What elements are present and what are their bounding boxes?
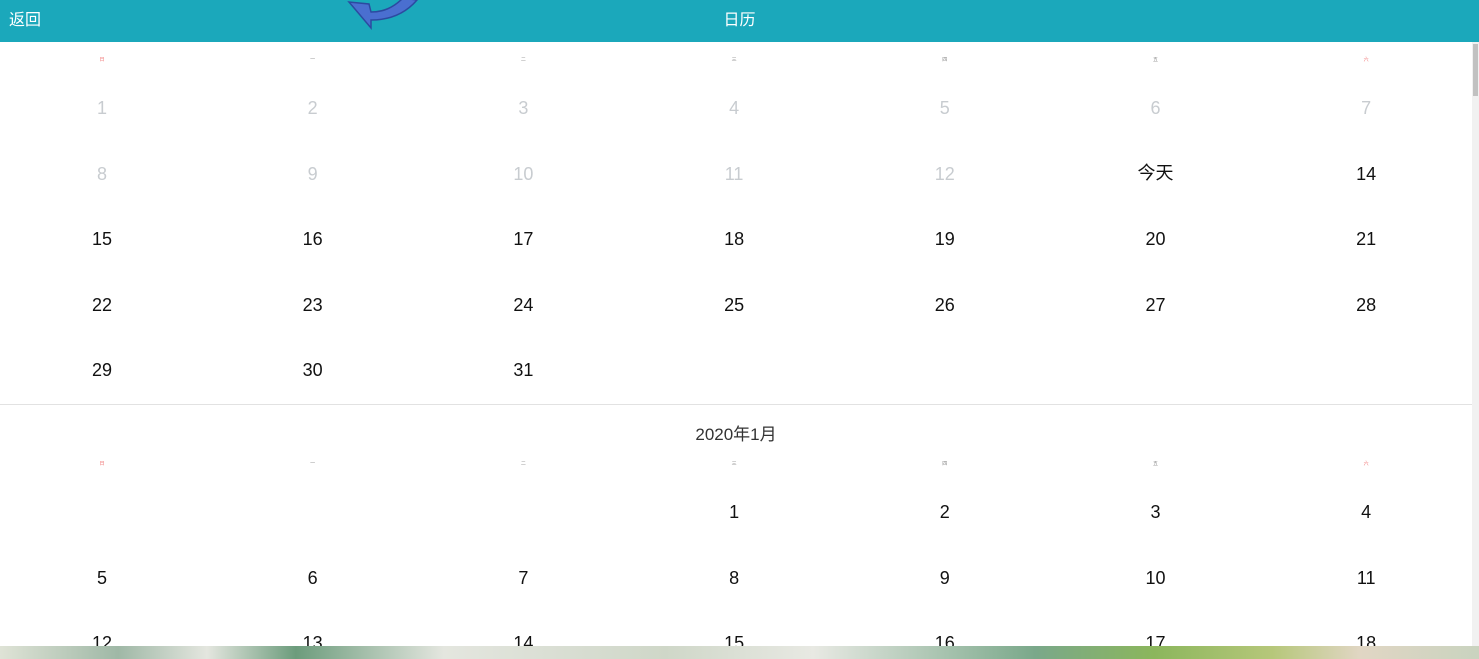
day-cell[interactable]: 20 [1051,219,1261,259]
day-cell[interactable]: 15 [0,219,207,259]
day-cell[interactable]: 5 [0,558,207,598]
day-cell[interactable]: 19 [840,219,1050,259]
weekday-label: 六 [1363,57,1369,63]
day-cell[interactable]: 23 [208,285,418,325]
weekday-label: 二 [520,461,526,467]
day-cell[interactable]: 12 [840,154,1050,194]
scrollbar-thumb[interactable] [1473,44,1478,96]
day-cell[interactable]: 9 [208,154,418,194]
day-cell[interactable]: 5 [840,88,1050,128]
day-cell[interactable]: 8 [0,154,207,194]
day-cell[interactable]: 10 [1051,558,1261,598]
day-cell[interactable]: 10 [418,154,628,194]
vertical-scrollbar[interactable] [1472,42,1479,646]
day-cell[interactable]: 4 [629,88,839,128]
day-cell[interactable]: 12 [0,623,207,646]
page-title: 日历 [723,10,756,29]
day-cell[interactable]: 2 [208,88,418,128]
day-cell[interactable]: 29 [0,350,207,390]
day-cell[interactable]: 14 [1261,154,1471,194]
day-cell[interactable]: 6 [208,558,418,598]
weekday-label: 四 [942,57,948,63]
day-cell[interactable]: 2 [840,492,1050,532]
day-cell[interactable]: 18 [1261,623,1471,646]
day-cell[interactable]: 8 [629,558,839,598]
day-cell[interactable]: 15 [629,623,839,646]
day-cell[interactable]: 17 [1051,623,1261,646]
day-cell[interactable]: 7 [1261,88,1471,128]
day-cell[interactable]: 3 [1051,492,1261,532]
day-cell[interactable]: 11 [629,154,839,194]
weekday-label: 四 [942,461,948,467]
weekday-label: 日 [99,461,105,467]
day-cell[interactable]: 11 [1261,558,1471,598]
day-cell[interactable]: 4 [1261,492,1471,532]
day-cell[interactable]: 1 [629,492,839,532]
cursor-arrow-icon [347,0,418,31]
day-cell[interactable]: 16 [840,623,1050,646]
day-cell[interactable]: 13 [208,623,418,646]
background-strip [0,646,1479,659]
day-cell[interactable]: 1 [0,88,207,128]
weekday-label: 六 [1363,461,1369,467]
day-cell[interactable]: 14 [418,623,628,646]
day-cell[interactable]: 16 [208,219,418,259]
weekday-label: 一 [310,461,316,467]
day-cell[interactable]: 6 [1051,88,1261,128]
day-cell[interactable]: 17 [418,219,628,259]
day-cell[interactable]: 26 [840,285,1050,325]
weekday-label: 三 [731,461,737,467]
month-title: 2020年1月 [695,425,777,444]
day-cell[interactable]: 22 [0,285,207,325]
month-divider [0,404,1472,405]
app-header: 返回 日历 [0,0,1479,42]
day-cell[interactable]: 30 [208,350,418,390]
weekday-label: 五 [1152,461,1158,467]
weekday-label: 日 [99,57,105,63]
day-cell[interactable]: 9 [840,558,1050,598]
day-cell[interactable]: 24 [418,285,628,325]
day-cell[interactable]: 27 [1051,285,1261,325]
day-cell[interactable]: 31 [418,350,628,390]
weekday-label: 二 [520,57,526,63]
weekday-label: 一 [310,57,316,63]
weekday-label: 三 [731,57,737,63]
day-cell-today[interactable]: 今天 [1051,154,1261,194]
day-cell[interactable]: 25 [629,285,839,325]
calendar-scroll-area[interactable]: 日一二三四五六 1 2 3 4 5 6 7 8 9 10 11 12 今天 14 15 16 17 18 19 20 21… [0,42,1472,646]
weekday-label: 五 [1152,57,1158,63]
day-cell[interactable]: 28 [1261,285,1471,325]
day-cell[interactable]: 7 [418,558,628,598]
day-cell[interactable]: 18 [629,219,839,259]
day-cell[interactable]: 21 [1261,219,1471,259]
day-cell[interactable]: 3 [418,88,628,128]
